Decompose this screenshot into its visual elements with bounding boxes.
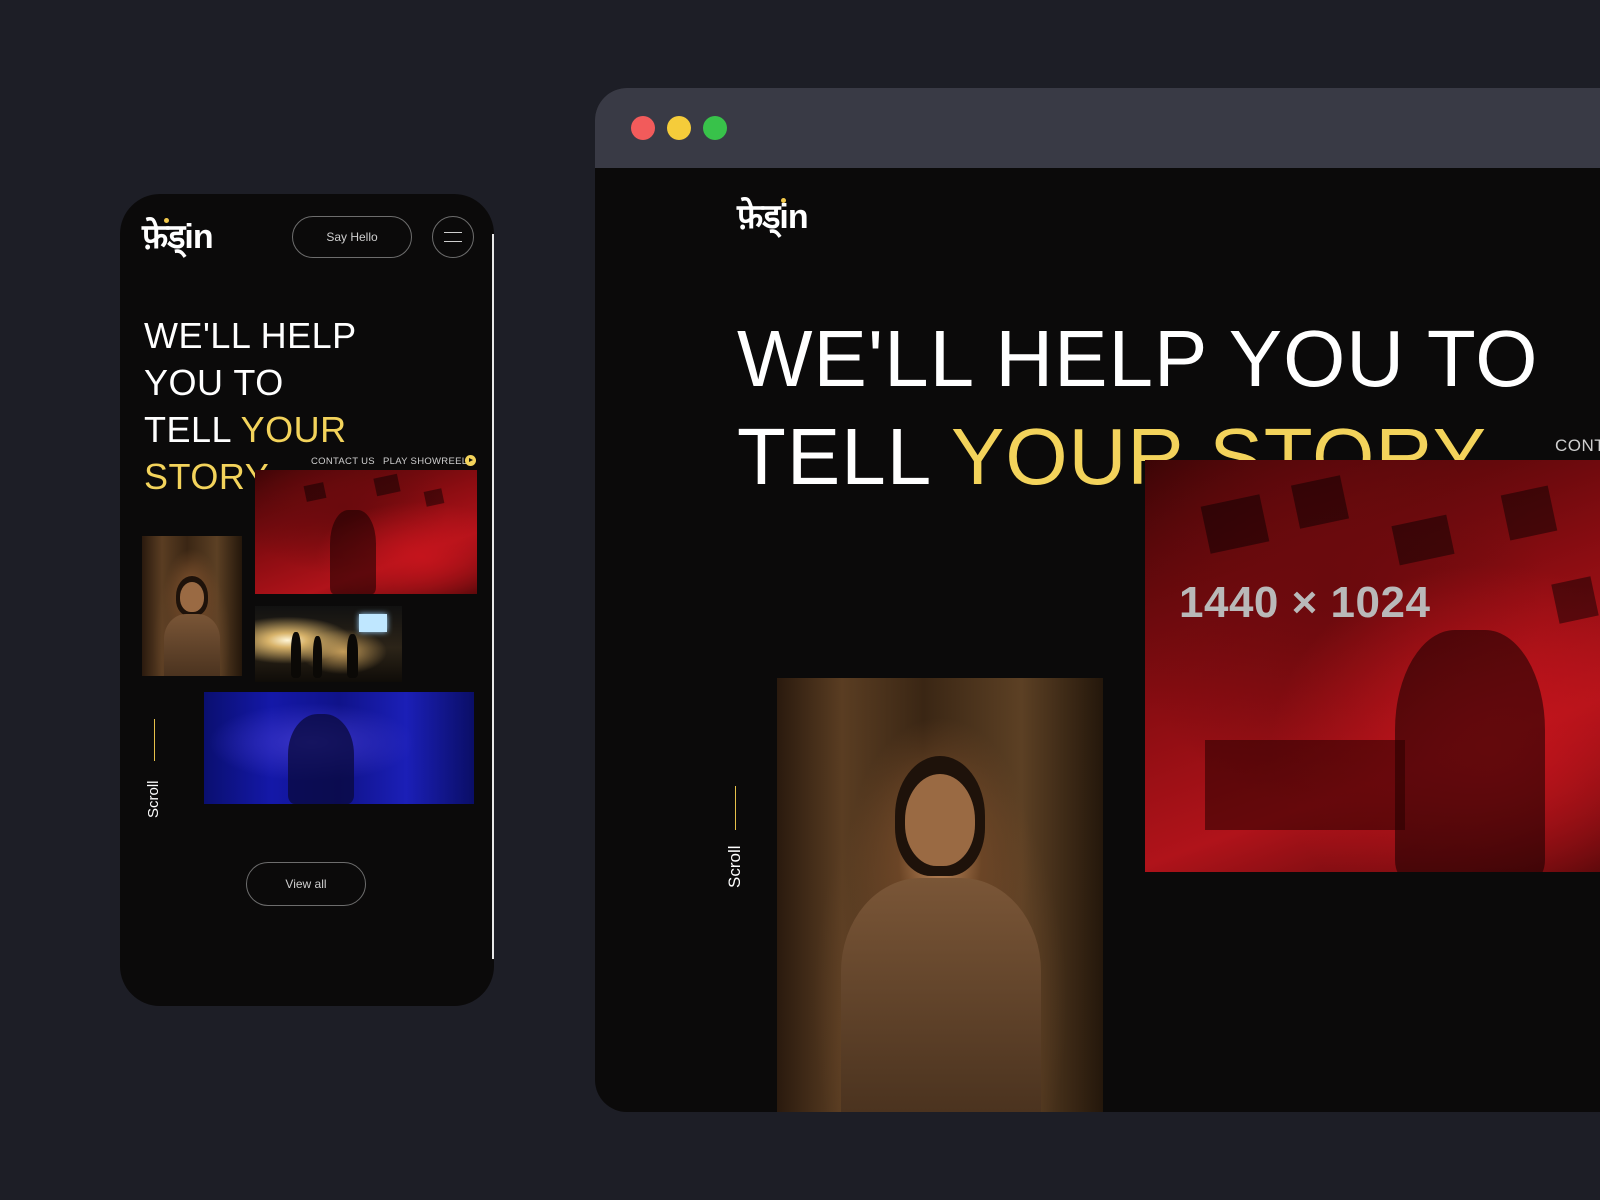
desktop-browser-mockup: फ़ेड्in WE'LL HELP YOU TO TELL YOUR STOR… — [595, 88, 1600, 1112]
minimize-window-icon[interactable] — [667, 116, 691, 140]
hamburger-icon — [444, 232, 462, 233]
photo-detail — [313, 636, 322, 678]
hamburger-icon — [444, 241, 462, 242]
photo-detail — [423, 488, 445, 507]
photo-detail — [347, 634, 358, 678]
photo-detail — [1500, 485, 1558, 541]
blue-scene-photo[interactable] — [204, 692, 474, 804]
mobile-mockup: फ़ेड्in Say Hello WE'LL HELP YOU TO TELL… — [120, 194, 494, 1006]
photo-detail — [359, 614, 387, 632]
photo-detail — [288, 714, 354, 804]
scroll-indicator-line — [154, 719, 155, 761]
close-window-icon[interactable] — [631, 116, 655, 140]
headline-text: TELL — [737, 412, 952, 501]
resolution-label: 1440 × 1024 — [1179, 578, 1431, 627]
woman-portrait-photo[interactable] — [142, 536, 242, 676]
contact-link[interactable]: CONT — [1555, 436, 1600, 456]
photo-detail — [1391, 514, 1455, 566]
maximize-window-icon[interactable] — [703, 116, 727, 140]
photo-detail — [1551, 576, 1599, 624]
browser-titlebar — [595, 88, 1600, 168]
headline-text: TELL — [144, 409, 241, 450]
woman-portrait-photo[interactable] — [777, 678, 1103, 1112]
headline-highlight: YOUR — [240, 409, 347, 450]
view-all-button[interactable]: View all — [246, 862, 366, 906]
red-room-photo[interactable] — [1145, 460, 1600, 872]
photo-detail — [1205, 740, 1405, 830]
headline-line: WE'LL HELP — [144, 315, 357, 356]
photo-detail — [905, 774, 975, 866]
play-showreel-link[interactable]: PLAY SHOWREEL — [383, 456, 467, 467]
photo-figure — [1395, 630, 1545, 872]
photo-detail — [164, 614, 220, 676]
contact-us-link[interactable]: CONTACT US — [311, 456, 375, 467]
scroll-label[interactable]: Scroll — [725, 845, 745, 888]
headline-line: TELL YOUR — [144, 406, 357, 453]
film-set-photo[interactable] — [255, 606, 402, 682]
logo-accent-dot — [164, 218, 169, 223]
phone-edge — [492, 234, 494, 959]
photo-detail — [841, 878, 1041, 1112]
logo[interactable]: फ़ेड्in — [142, 212, 214, 258]
say-hello-button[interactable]: Say Hello — [292, 216, 412, 258]
photo-detail — [291, 632, 301, 678]
play-icon[interactable] — [465, 455, 476, 466]
scroll-label[interactable]: Scroll — [145, 780, 162, 818]
photo-detail — [1290, 475, 1350, 529]
headline-line: WE'LL HELP YOU TO — [737, 314, 1539, 403]
menu-button[interactable] — [432, 216, 474, 258]
red-room-photo[interactable] — [255, 470, 477, 594]
scroll-indicator-line — [735, 786, 736, 830]
photo-detail — [303, 482, 327, 502]
photo-figure — [330, 510, 376, 594]
logo-accent-dot — [781, 198, 786, 203]
photo-detail — [373, 473, 401, 497]
photo-detail — [180, 582, 204, 612]
photo-detail — [1200, 494, 1270, 554]
logo[interactable]: फ़ेड्in — [737, 192, 809, 238]
headline-line: YOU TO — [144, 362, 284, 403]
